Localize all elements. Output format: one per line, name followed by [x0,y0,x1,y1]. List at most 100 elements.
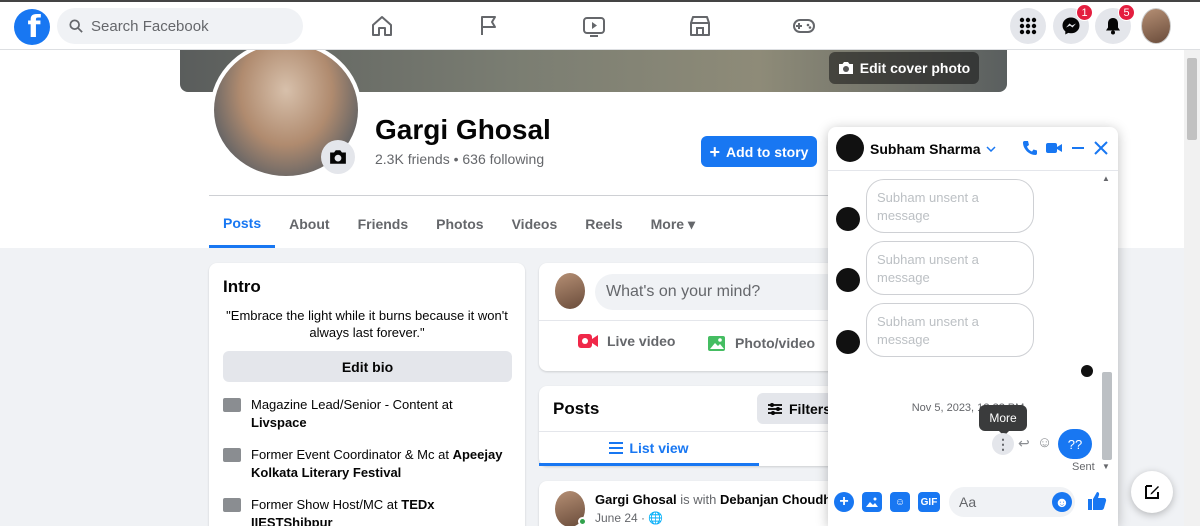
tab-friends[interactable]: Friends [344,200,423,248]
seen-avatar [1081,365,1093,377]
messenger-badge: 1 [1076,4,1093,21]
posts-title: Posts [553,399,600,418]
tab-about[interactable]: About [275,200,343,248]
menu-grid-button[interactable] [1010,8,1046,44]
briefcase-icon [223,398,241,412]
briefcase-icon [223,448,241,462]
live-video-label: Live video [607,333,676,349]
scroll-down-arrow[interactable]: ▼ [1102,462,1110,471]
friends-count[interactable]: 2.3K friends • 636 following [375,151,544,167]
messenger-icon [1062,17,1080,35]
message-more-button[interactable]: ⋮ [992,433,1014,455]
add-to-story-button[interactable]: + Add to story [701,136,817,167]
online-indicator [578,517,587,526]
page-scrollbar[interactable] [1184,50,1200,526]
posts-section: Posts Filters List view [539,386,841,466]
intro-card: Intro "Embrace the light while it burns … [209,263,525,526]
video-call-icon[interactable] [1045,139,1063,157]
message-sender-avatar [836,330,860,354]
profile-tabs: Posts About Friends Photos Videos Reels … [209,200,709,248]
intro-item-link[interactable]: Livspace [251,415,307,430]
close-icon[interactable] [1092,139,1110,157]
image-glyph-icon [866,497,878,507]
update-profile-picture-button[interactable] [321,140,355,174]
post-date[interactable]: June 24 · 🌐 [595,511,663,525]
home-icon[interactable] [370,14,394,38]
reply-icon[interactable]: ↩ [1018,435,1030,452]
gaming-icon[interactable] [792,14,816,38]
composer-avatar[interactable] [555,273,585,309]
search-box[interactable] [57,8,303,44]
emoji-icon[interactable]: ☻ [1052,492,1072,512]
post-tagged-person[interactable]: Debanjan Choudhury [720,492,833,507]
post-author[interactable]: Gargi Ghosal [595,492,677,507]
sent-message-bubble[interactable]: ?? [1058,429,1092,459]
new-message-button[interactable] [1131,471,1173,513]
chat-contact-avatar[interactable] [836,134,864,162]
bio-text: "Embrace the light while it burns becaus… [226,308,508,340]
filters-label: Filters [789,400,832,417]
flag-icon[interactable] [477,14,501,38]
intro-item: Former Show Host/MC at TEDx IIESTShibpur [223,496,511,526]
post-header: Gargi Ghosal is with Debanjan Choudhury [595,492,833,507]
chat-header: Subham Sharma [828,127,1118,171]
live-video-button[interactable]: Live video [577,333,675,349]
add-to-story-label: Add to story [726,143,809,160]
list-view-tab[interactable]: List view [539,433,759,466]
messenger-button[interactable]: 1 [1053,4,1093,44]
live-video-icon [578,334,598,348]
minimize-icon[interactable] [1069,139,1087,157]
header-divider [209,195,829,196]
sticker-icon[interactable]: ☺ [890,492,910,512]
phone-icon[interactable] [1021,139,1039,157]
post-composer: What's on your mind? Live video Photo/vi… [539,263,845,371]
chat-scrollbar[interactable]: ▲ ▼ [1100,172,1114,474]
tab-videos[interactable]: Videos [498,200,572,248]
intro-item: Magazine Lead/Senior - Content at Livspa… [223,396,511,432]
notifications-button[interactable]: 5 [1095,4,1135,44]
chat-scrollbar-thumb[interactable] [1102,372,1112,460]
sent-status: Sent [1072,461,1095,473]
message-sender-avatar [836,268,860,292]
filter-icon [768,402,782,415]
gif-icon[interactable]: GIF [918,492,940,512]
photo-video-button[interactable]: Photo/video [707,333,815,353]
edit-cover-photo-button[interactable]: Edit cover photo [829,52,979,84]
photo-icon[interactable] [862,492,882,512]
notifications-badge: 5 [1118,4,1135,21]
chat-contact-name-button[interactable]: Subham Sharma [870,141,997,157]
intro-item-text: Magazine Lead/Senior - Content at [251,397,453,412]
facebook-logo[interactable]: f [14,9,50,45]
intro-item-text: Former Event Coordinator & Mc at [251,447,453,462]
briefcase-icon [223,498,241,512]
intro-title: Intro [223,277,261,296]
edit-bio-button[interactable]: Edit bio [223,351,512,382]
whats-on-your-mind-input[interactable]: What's on your mind? [595,274,845,310]
posts-divider [539,431,839,432]
unsent-message-bubble[interactable]: Subham unsent a message [866,179,1034,233]
thumbs-up-icon[interactable] [1086,490,1108,512]
search-icon [69,19,83,33]
account-avatar[interactable] [1141,8,1171,44]
plus-icon: + [709,141,721,162]
watch-video-icon[interactable] [582,14,606,38]
scroll-up-arrow[interactable]: ▲ [1102,174,1110,183]
post-with-text: is with [676,492,720,507]
page-scrollbar-thumb[interactable] [1187,58,1197,140]
intro-item: Former Event Coordinator & Mc at Apeejay… [223,446,511,482]
react-icon[interactable]: ☺ [1037,434,1052,451]
photo-video-label: Photo/video [735,335,816,351]
unsent-message-bubble[interactable]: Subham unsent a message [866,241,1034,295]
tab-photos[interactable]: Photos [422,200,497,248]
marketplace-icon[interactable] [688,14,712,38]
tab-posts[interactable]: Posts [209,200,276,248]
tab-more[interactable]: More ▾ [637,200,709,248]
plus-circle-icon[interactable]: + [834,492,854,512]
search-input[interactable] [91,17,281,35]
unsent-message-bubble[interactable]: Subham unsent a message [866,303,1034,357]
top-navigation-bar: f 1 5 [0,0,1200,50]
camera-icon [838,62,853,74]
list-icon [609,442,624,454]
compose-icon [1145,485,1159,499]
tab-reels[interactable]: Reels [571,200,636,248]
